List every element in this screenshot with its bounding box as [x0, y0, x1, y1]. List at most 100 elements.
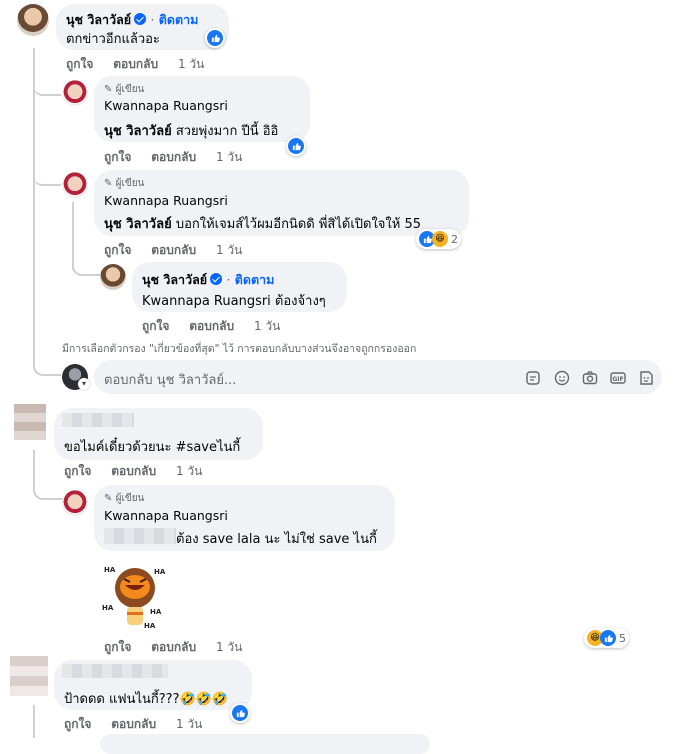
avatar[interactable]	[62, 490, 88, 516]
author-tag: ✎ ผู้เขียน	[104, 178, 145, 189]
timestamp[interactable]: 1 วัน	[216, 150, 242, 164]
like-button[interactable]: ถูกใจ	[104, 640, 131, 654]
svg-text:HA: HA	[104, 566, 116, 574]
svg-text:GIF: GIF	[612, 376, 623, 383]
reply-button[interactable]: ตอบกลับ	[151, 640, 196, 654]
like-button[interactable]: ถูกใจ	[66, 57, 93, 71]
comment-author-name[interactable]: นุช วิลาวัลย์ · ติดตาม	[66, 10, 198, 30]
rofl-emoji: 🤣🤣🤣	[179, 692, 229, 707]
reaction-count: 5	[619, 631, 626, 645]
like-reaction-icon	[207, 30, 223, 46]
redacted-name	[62, 664, 168, 678]
reply-button[interactable]: ตอบกลับ	[111, 464, 156, 478]
reaction-badge[interactable]: 😆 2	[416, 229, 461, 249]
reply-text: นุช วิลาวัลย์ บอกให้เจมส์ไว้ผมอีกนิดดิ พ…	[104, 217, 422, 232]
author-tag: ✎ ผู้เขียน	[104, 84, 145, 95]
like-button[interactable]: ถูกใจ	[64, 717, 91, 731]
mention-link[interactable]: Kwannapa Ruangsri	[142, 294, 271, 309]
avatar[interactable]	[17, 4, 49, 36]
verified-badge-icon	[134, 13, 147, 25]
like-button[interactable]: ถูกใจ	[104, 243, 131, 257]
redacted-mention	[104, 528, 176, 544]
reply-button[interactable]: ตอบกลับ	[111, 717, 156, 731]
pencil-icon: ✎	[104, 178, 113, 189]
comment-actions: ถูกใจ ตอบกลับ 1 วัน	[66, 55, 220, 74]
pencil-icon: ✎	[104, 493, 113, 504]
reply-author-name[interactable]: นุช วิลาวัลย์ · ติดตาม	[142, 270, 274, 290]
avatar-sticker-icon[interactable]	[638, 370, 654, 386]
reaction-badge[interactable]	[205, 28, 225, 48]
reply-actions: ถูกใจ ตอบกลับ 1 วัน	[104, 241, 258, 260]
comment-text: ตกข่าวอีกแล้วอะ	[66, 32, 160, 47]
avatar[interactable]	[100, 264, 126, 290]
emoji-icon[interactable]	[554, 370, 570, 386]
reply-actions: ถูกใจ ตอบกลับ 1 วัน	[104, 148, 258, 167]
reply-actions: ถูกใจ ตอบกลับ 1 วัน	[104, 638, 258, 657]
svg-text:HA: HA	[144, 622, 156, 630]
comment-actions: ถูกใจ ตอบกลับ 1 วัน	[64, 715, 218, 734]
avatar[interactable]	[62, 172, 88, 198]
reaction-badge[interactable]	[286, 136, 306, 156]
timestamp[interactable]: 1 วัน	[254, 319, 280, 333]
thread-elbow-r3	[72, 256, 100, 276]
reply-text: ต้อง save lala นะ ไม่ใช่ save ไนกี้	[176, 532, 377, 547]
timestamp[interactable]: 1 วัน	[216, 243, 242, 257]
mention-link[interactable]: นุช วิลาวัลย์	[104, 124, 172, 139]
thread-line-c3	[33, 705, 35, 738]
avatar-blurred[interactable]	[10, 656, 48, 696]
separator-dot: ·	[226, 272, 231, 287]
reply-button[interactable]: ตอบกลับ	[189, 319, 234, 333]
reply-text: นุช วิลาวัลย์ สวยพุ่งมาก ปีนี้ อิอิ	[104, 124, 279, 139]
follow-link[interactable]: ติดตาม	[235, 272, 275, 287]
pencil-icon: ✎	[104, 84, 113, 95]
avatar-blurred[interactable]	[14, 404, 46, 440]
sticker-icon[interactable]	[525, 370, 541, 386]
thread-elbow-r1	[33, 80, 61, 96]
reply-button[interactable]: ตอบกลับ	[113, 57, 158, 71]
reply-button[interactable]: ตอบกลับ	[151, 150, 196, 164]
avatar[interactable]	[62, 80, 88, 106]
reply-author-name[interactable]: Kwannapa Ruangsri	[104, 98, 228, 113]
thread-elbow-r4	[33, 480, 63, 500]
timestamp[interactable]: 1 วัน	[176, 717, 202, 731]
reply-author-name[interactable]: Kwannapa Ruangsri	[104, 193, 228, 208]
comment-text: ขอไมค์เดี๋ยวด้วยนะ #saveไนกี้	[64, 440, 241, 455]
camera-icon[interactable]	[582, 370, 598, 386]
follow-link[interactable]: ติดตาม	[159, 12, 199, 27]
like-reaction-icon	[232, 705, 248, 721]
svg-text:HA: HA	[102, 604, 114, 612]
like-reaction-icon	[288, 138, 304, 154]
mention-link[interactable]: นุช วิลาวัลย์	[104, 217, 172, 232]
reply-author-name[interactable]: Kwannapa Ruangsri	[104, 508, 228, 523]
reply-text: Kwannapa Ruangsri ต้องจ้างๆ	[142, 294, 326, 309]
reaction-count: 2	[451, 232, 458, 246]
reply-input[interactable]: ตอบกลับ นุช วิลาวัลย์...	[104, 369, 236, 390]
reaction-badge[interactable]: 😆 5	[584, 628, 629, 648]
redacted-name	[62, 413, 134, 427]
reply-button[interactable]: ตอบกลับ	[151, 243, 196, 257]
thread-elbow-r2	[33, 170, 61, 186]
reply-actions: ถูกใจ ตอบกลับ 1 วัน	[142, 317, 296, 336]
separator-dot: ·	[150, 12, 155, 27]
next-reply-bubble-partial	[100, 734, 430, 754]
like-button[interactable]: ถูกใจ	[142, 319, 169, 333]
thread-elbow-replybox	[33, 354, 61, 376]
laughing-sticker: HA HA HA HA HA	[102, 566, 166, 630]
like-reaction-icon	[600, 630, 616, 646]
verified-badge-icon	[210, 273, 223, 285]
svg-text:HA: HA	[150, 608, 162, 616]
gif-icon[interactable]: GIF	[610, 370, 626, 386]
timestamp[interactable]: 1 วัน	[178, 57, 204, 71]
like-button[interactable]: ถูกใจ	[104, 150, 131, 164]
chevron-down-icon[interactable]: ▾	[78, 378, 90, 390]
comment-actions: ถูกใจ ตอบกลับ 1 วัน	[64, 462, 218, 481]
thread-line-c1	[33, 48, 35, 354]
author-tag: ✎ ผู้เขียน	[104, 493, 145, 504]
comment-text: ป้าดดด แฟนไนกี้???🤣🤣🤣	[64, 692, 229, 707]
reaction-badge[interactable]	[230, 703, 250, 723]
timestamp[interactable]: 1 วัน	[216, 640, 242, 654]
filter-notice: มีการเลือกตัวกรอง "เกี่ยวข้องที่สุด" ไว้…	[62, 343, 417, 355]
like-button[interactable]: ถูกใจ	[64, 464, 91, 478]
timestamp[interactable]: 1 วัน	[176, 464, 202, 478]
svg-text:HA: HA	[154, 568, 166, 576]
